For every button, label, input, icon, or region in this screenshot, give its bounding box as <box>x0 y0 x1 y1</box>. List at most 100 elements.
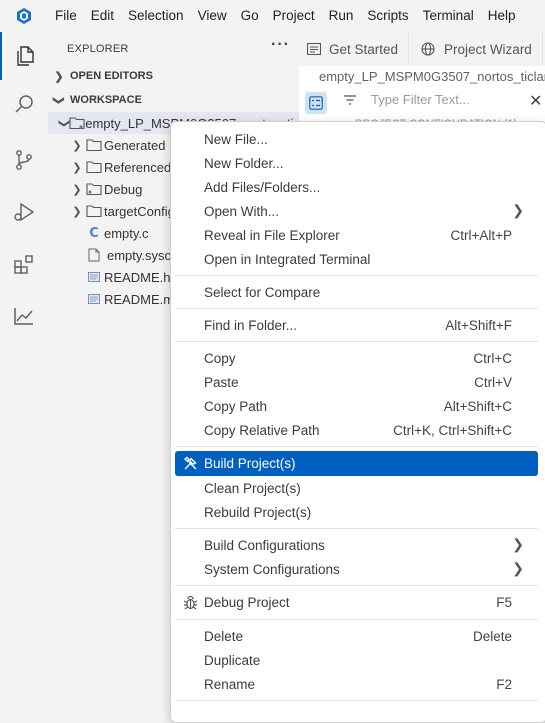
menu-selection[interactable]: Selection <box>121 0 191 32</box>
menu-separator <box>175 619 538 620</box>
chevron-right-icon: ❯ <box>54 70 64 83</box>
activity-bar <box>0 32 49 712</box>
chevron-right-icon: ❯ <box>72 183 82 196</box>
menu-item-label: New File... <box>204 131 268 147</box>
app-logo-icon <box>0 0 48 32</box>
chevron-down-icon: ❯ <box>58 118 71 128</box>
menu-item-open-in-terminal[interactable]: Open in Integrated Terminal <box>175 247 538 271</box>
menu-item-copy-relative-path[interactable]: Copy Relative Path Ctrl+K, Ctrl+Shift+C <box>175 418 538 442</box>
menu-item-label: Rebuild Project(s) <box>204 504 312 520</box>
menu-item-label: Delete <box>204 628 244 644</box>
extensions-icon[interactable] <box>0 240 48 288</box>
submenu-chevron-icon: ❯ <box>512 536 524 552</box>
tab-get-started[interactable]: Get Started <box>299 32 410 66</box>
menu-item-reveal-in-file-explorer[interactable]: Reveal in File Explorer Ctrl+Alt+P <box>175 223 538 247</box>
tree-item-label: empty.c <box>104 225 149 241</box>
menu-item-label: Reveal in File Explorer <box>204 227 340 243</box>
menu-edit[interactable]: Edit <box>84 0 121 32</box>
menu-item-shortcut: Delete <box>472 628 512 644</box>
menu-view[interactable]: View <box>191 0 234 32</box>
breadcrumb[interactable]: empty_LP_MSPM0G3507_nortos_ticlang <box>299 66 545 88</box>
get-started-icon <box>307 43 321 55</box>
menu-item-label: Open in Integrated Terminal <box>204 251 371 267</box>
c-file-icon: C <box>89 225 99 241</box>
menu-separator <box>175 275 538 276</box>
menu-run[interactable]: Run <box>322 0 361 32</box>
filter-input[interactable] <box>369 91 523 108</box>
filter-lines-icon <box>343 94 357 106</box>
tab-label: Get Started <box>329 41 399 57</box>
more-actions-icon[interactable]: ··· <box>271 36 290 54</box>
menu-help[interactable]: Help <box>481 0 523 32</box>
folder-icon <box>84 160 104 174</box>
menu-terminal[interactable]: Terminal <box>416 0 481 32</box>
menu-item-label: New Folder... <box>204 155 284 171</box>
menu-item-label: Select for Compare <box>204 284 321 300</box>
project-folder-icon <box>69 116 85 130</box>
menu-item-label: Rename <box>204 676 256 692</box>
source-control-icon[interactable] <box>0 136 48 184</box>
tree-item-label: Generated <box>104 137 166 153</box>
menu-go[interactable]: Go <box>234 0 266 32</box>
menu-item-build-projects[interactable]: Build Project(s) <box>175 451 538 476</box>
menu-separator <box>175 308 538 309</box>
list-filter-icon[interactable] <box>305 92 327 114</box>
menu-item-system-configurations[interactable]: System Configurations ❯ <box>175 557 538 581</box>
menu-item-copy-path[interactable]: Copy Path Alt+Shift+C <box>175 394 538 418</box>
menu-item-clean-projects[interactable]: Clean Project(s) <box>175 476 538 500</box>
menu-item-add-files-folders[interactable]: Add Files/Folders... <box>175 175 538 199</box>
menu-item-shortcut: Alt+Shift+C <box>443 398 512 414</box>
tree-item-label: Debug <box>104 181 143 197</box>
folder-icon <box>84 204 104 218</box>
menu-item-label: Build Project(s) <box>204 456 296 471</box>
menu-item-select-for-compare[interactable]: Select for Compare <box>175 280 538 304</box>
menu-item-shortcut: F2 <box>496 676 512 692</box>
search-icon[interactable] <box>0 80 48 128</box>
workspace-label: WORKSPACE <box>70 94 142 106</box>
explorer-icon[interactable] <box>0 32 48 80</box>
menu-item-rebuild-projects[interactable]: Rebuild Project(s) <box>175 500 538 524</box>
menu-item-duplicate[interactable]: Duplicate <box>175 648 538 672</box>
readme-doc-icon <box>84 294 104 304</box>
menu-item-delete[interactable]: Delete Delete <box>175 624 538 648</box>
menu-item-shortcut: Ctrl+V <box>474 374 512 390</box>
menu-item-paste[interactable]: Paste Ctrl+V <box>175 370 538 394</box>
menu-scripts[interactable]: Scripts <box>360 0 415 32</box>
menu-item-shortcut: Ctrl+C <box>473 350 512 366</box>
menu-item-open-with[interactable]: Open With... ❯ <box>175 199 538 223</box>
folder-icon <box>84 182 104 196</box>
open-editors-label: OPEN EDITORS <box>70 70 153 82</box>
menu-item-new-folder[interactable]: New Folder... <box>175 151 538 175</box>
chevron-right-icon: ❯ <box>72 205 82 218</box>
build-tools-icon <box>181 455 199 471</box>
debug-bug-icon <box>181 594 199 610</box>
menu-bar: File Edit Selection View Go Project Run … <box>0 0 545 32</box>
chevron-right-icon: ❯ <box>72 161 82 174</box>
chevron-right-icon: ❯ <box>72 139 82 152</box>
submenu-chevron-icon: ❯ <box>512 202 524 218</box>
menu-item-build-configurations[interactable]: Build Configurations ❯ <box>175 533 538 557</box>
folder-icon <box>84 138 104 152</box>
analysis-icon[interactable] <box>0 292 48 340</box>
run-debug-icon[interactable] <box>0 188 48 236</box>
file-icon <box>84 248 104 262</box>
menu-item-label: Copy Relative Path <box>204 422 320 438</box>
menu-project[interactable]: Project <box>266 0 322 32</box>
close-icon[interactable]: ✕ <box>529 91 542 111</box>
menu-item-find-in-folder[interactable]: Find in Folder... Alt+Shift+F <box>175 313 538 337</box>
menu-item-copy[interactable]: Copy Ctrl+C <box>175 346 538 370</box>
menu-item-label: Build Configurations <box>204 537 325 553</box>
open-editors-section[interactable]: ❯ OPEN EDITORS <box>48 65 299 87</box>
menu-file[interactable]: File <box>48 0 84 32</box>
menu-item-new-file[interactable]: New File... <box>175 127 538 151</box>
tab-project-wizard[interactable]: Project Wizard <box>409 32 543 66</box>
globe-icon <box>421 42 435 56</box>
menu-item-label: Find in Folder... <box>204 317 298 333</box>
workspace-section[interactable]: ❯ WORKSPACE <box>48 89 299 111</box>
explorer-header: EXPLORER ··· <box>48 32 299 66</box>
menu-item-rename[interactable]: Rename F2 <box>175 672 538 696</box>
menu-separator <box>175 700 538 701</box>
menu-item-label: Add Files/Folders... <box>204 179 321 195</box>
menu-item-label: System Configurations <box>204 561 340 577</box>
menu-item-debug-project[interactable]: Debug Project F5 <box>175 590 538 614</box>
